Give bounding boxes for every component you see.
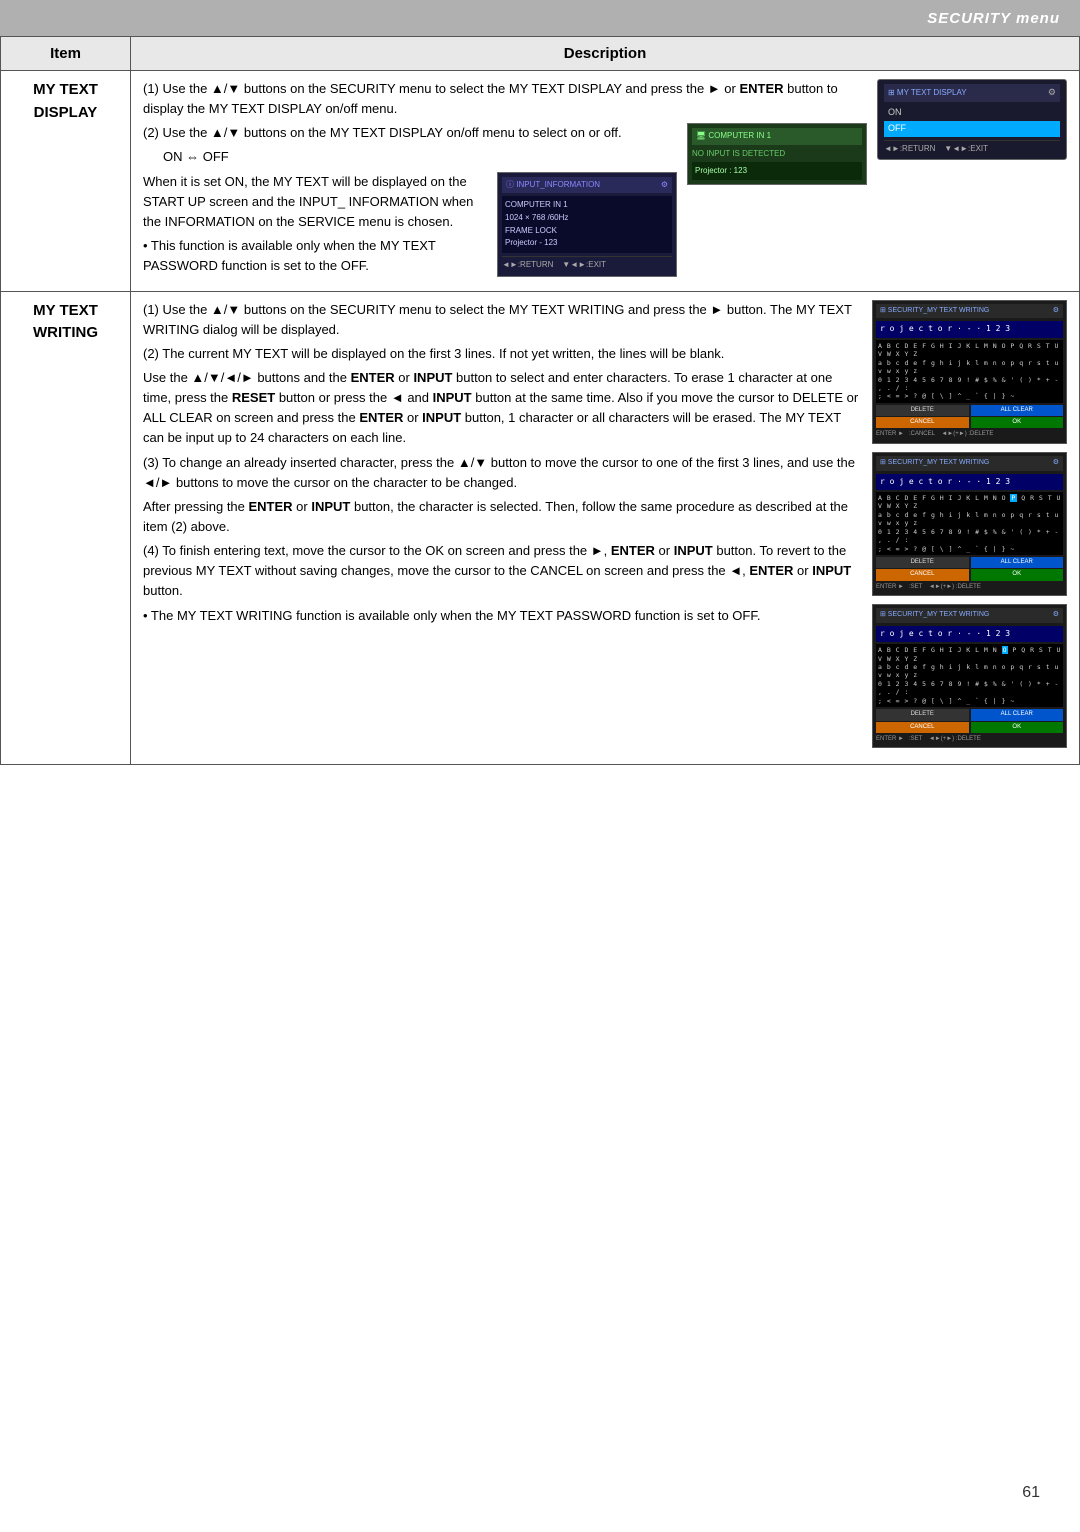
ss-writing-3-title: ⊞ SECURITY_MY TEXT WRITING ⚙ (876, 608, 1063, 623)
delete-btn[interactable]: DELETE (876, 405, 969, 416)
ok-btn[interactable]: OK (971, 417, 1064, 428)
ss-writing-2-text: r o j e c t o r · - · 1 2 3 (876, 474, 1063, 490)
ss-input-info-icon: ⚙ (661, 179, 668, 191)
ss-writing-3-btns: DELETE ALL CLEAR (876, 709, 1063, 720)
ss-writing-3-chars: A B C D E F G H I J K L M N O P Q R S T … (876, 644, 1063, 707)
ss-writing-2-btns2: CANCEL OK (876, 569, 1063, 580)
ss1-title-text: ⊞ MY TEXT DISPLAY (888, 87, 967, 99)
ok-btn-3[interactable]: OK (971, 722, 1064, 733)
ss-input-content: COMPUTER IN 1 1024 × 768 /60Hz FRAME LOC… (502, 196, 672, 253)
main-table: Item Description MY TEXTDISPLAY ⊞ MY TEX… (0, 36, 1080, 765)
ss-writing-3-footer: ENTER ► :SET ◄►(+►) :DELETE (876, 735, 1063, 744)
ss-writing-2-btns: DELETE ALL CLEAR (876, 557, 1063, 568)
ss1-off-option: OFF (884, 121, 1060, 137)
header-bar: SECURITY menu (0, 0, 1080, 36)
ss1-footer: ◄►:RETURN ▼◄►:EXIT (884, 140, 1060, 155)
ss-writing-1-title: ⊞ SECURITY_MY TEXT WRITING ⚙ (876, 304, 1063, 319)
ss-writing-1-btns: DELETE ALL CLEAR (876, 405, 1063, 416)
col-desc-header: Description (131, 37, 1080, 71)
ss-writing-1-icon: ⚙ (1053, 306, 1059, 317)
desc-my-text-display: ⊞ MY TEXT DISPLAY ⚙ ON OFF ◄►:RETURN ▼◄►… (131, 71, 1080, 292)
ss-comp-info: Projector : 123 (692, 162, 862, 180)
all-clear-btn-2[interactable]: ALL CLEAR (971, 557, 1064, 568)
ss-writing-2: ⊞ SECURITY_MY TEXT WRITING ⚙ r o j e c t… (872, 452, 1067, 596)
ss-my-text-display: ⊞ MY TEXT DISPLAY ⚙ ON OFF ◄►:RETURN ▼◄►… (877, 79, 1067, 160)
page-number: 61 (1022, 1484, 1040, 1502)
ss-input-info-title: ⓘ INPUT_INFORMATION ⚙ (502, 177, 672, 193)
ss-writing-1-btns2: CANCEL OK (876, 417, 1063, 428)
ss-writing-3-text: r o j e c t o r · - · 1 2 3 (876, 626, 1063, 642)
ss-writing-1-footer: ENTER ► :CANCEL ◄►(+►) :DELETE (876, 430, 1063, 439)
ss-writing-3-icon: ⚙ (1053, 610, 1059, 621)
table-row: MY TEXTDISPLAY ⊞ MY TEXT DISPLAY ⚙ ON OF… (1, 71, 1080, 292)
item-my-text-display: MY TEXTDISPLAY (1, 71, 131, 292)
ss-writing-2-footer: ENTER ► :SET ◄►(+►) :DELETE (876, 583, 1063, 592)
ss-writing-2-chars: A B C D E F G H I J K L M N O P Q R S T … (876, 492, 1063, 555)
ss-input-info: ⓘ INPUT_INFORMATION ⚙ COMPUTER IN 1 1024… (497, 172, 677, 277)
ss3-footer: ◄►:RETURN ▼◄►:EXIT (502, 256, 672, 271)
ss-writing-1: ⊞ SECURITY_MY TEXT WRITING ⚙ r o j e c t… (872, 300, 1067, 444)
ss-writing-1-text: r o j e c t o r · - · 1 2 3 (876, 321, 1063, 337)
ss-computer-in1: 🖥 COMPUTER IN 1 NO INPUT IS DETECTED Pro… (687, 123, 867, 185)
ss-writing-3: ⊞ SECURITY_MY TEXT WRITING ⚙ r o j e c t… (872, 604, 1067, 748)
ss-comp-title: 🖥 COMPUTER IN 1 (692, 128, 862, 144)
ss-writing-1-chars: A B C D E F G H I J K L M N O P Q R S T … (876, 340, 1063, 403)
page: SECURITY menu Item Description MY TEXTDI… (0, 0, 1080, 1532)
all-clear-btn-3[interactable]: ALL CLEAR (971, 709, 1064, 720)
col-item-header: Item (1, 37, 131, 71)
header-title: SECURITY menu (927, 10, 1060, 27)
all-clear-btn[interactable]: ALL CLEAR (971, 405, 1064, 416)
ok-btn-2[interactable]: OK (971, 569, 1064, 580)
ss-writing-2-icon: ⚙ (1053, 458, 1059, 469)
ss-writing-2-title: ⊞ SECURITY_MY TEXT WRITING ⚙ (876, 456, 1063, 471)
ss1-settings-icon: ⚙ (1048, 86, 1056, 100)
ss1-on-option: ON (884, 105, 1060, 121)
cancel-btn-3[interactable]: CANCEL (876, 722, 969, 733)
ss-comp-sub: NO INPUT IS DETECTED (692, 148, 862, 160)
item-my-text-writing: MY TEXTWRITING (1, 291, 131, 765)
table-row: MY TEXTWRITING ⊞ SECURITY_MY TEXT WRITIN… (1, 291, 1080, 765)
ss-writing-3-btns2: CANCEL OK (876, 722, 1063, 733)
cancel-btn[interactable]: CANCEL (876, 417, 969, 428)
delete-btn-2[interactable]: DELETE (876, 557, 969, 568)
desc-my-text-writing: ⊞ SECURITY_MY TEXT WRITING ⚙ r o j e c t… (131, 291, 1080, 765)
cancel-btn-2[interactable]: CANCEL (876, 569, 969, 580)
delete-btn-3[interactable]: DELETE (876, 709, 969, 720)
